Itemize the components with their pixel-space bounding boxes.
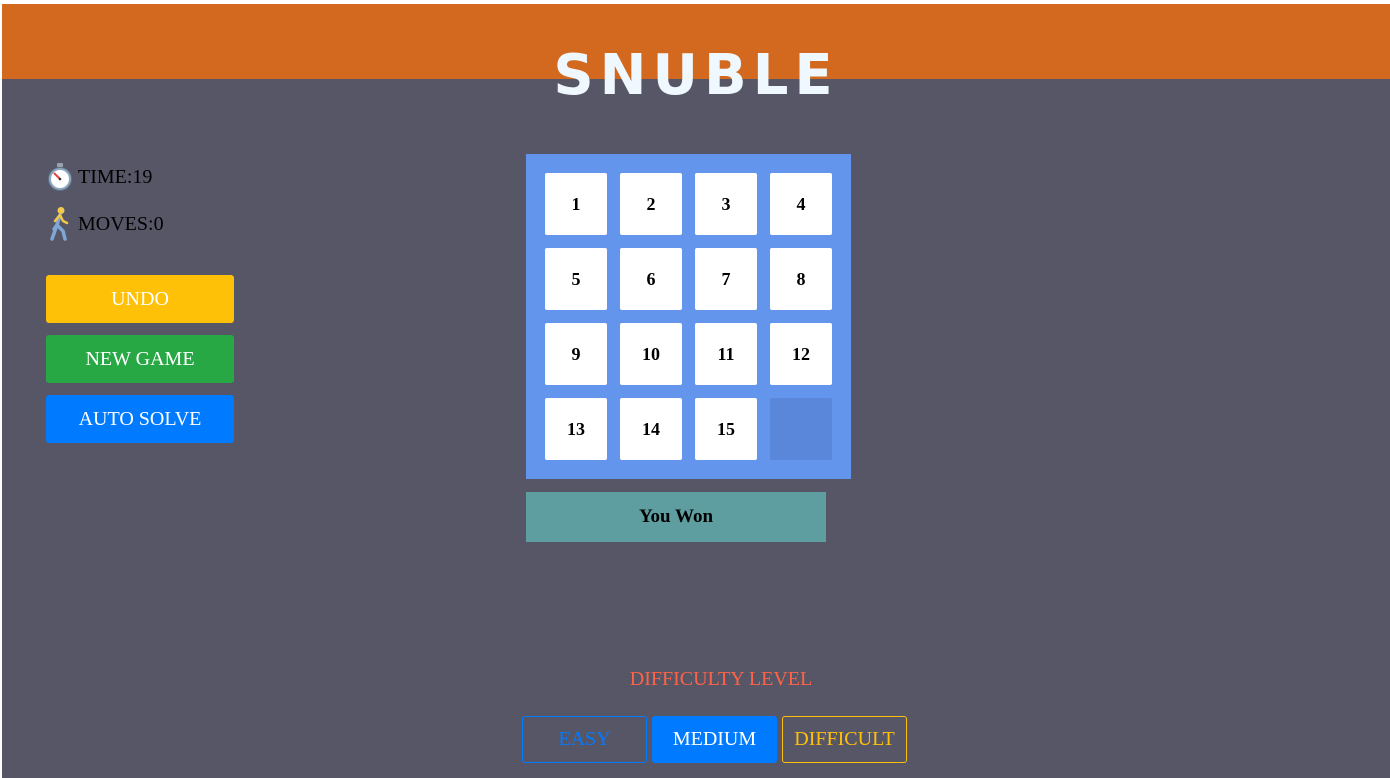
- tile[interactable]: 10: [620, 323, 682, 385]
- difficulty-easy-button[interactable]: EASY: [522, 716, 647, 763]
- new-game-button[interactable]: NEW GAME: [46, 335, 234, 383]
- tile[interactable]: 11: [695, 323, 757, 385]
- stopwatch-icon: [46, 162, 74, 192]
- difficulty-difficult-button[interactable]: DIFFICULT: [782, 716, 907, 763]
- time-label: TIME:19: [78, 165, 153, 188]
- status-banner: You Won: [526, 492, 826, 542]
- puzzle-board: 1 2 3 4 5 6 7 8 9 10 11 12 13 14 15: [526, 154, 851, 479]
- difficulty-medium-button[interactable]: MEDIUM: [652, 716, 777, 763]
- tile[interactable]: 2: [620, 173, 682, 235]
- empty-tile: [770, 398, 832, 460]
- tile[interactable]: 15: [695, 398, 757, 460]
- undo-button[interactable]: UNDO: [46, 275, 234, 323]
- tile[interactable]: 9: [545, 323, 607, 385]
- tile[interactable]: 5: [545, 248, 607, 310]
- tile[interactable]: 4: [770, 173, 832, 235]
- auto-solve-button[interactable]: AUTO SOLVE: [46, 395, 234, 443]
- tile[interactable]: 7: [695, 248, 757, 310]
- tile[interactable]: 14: [620, 398, 682, 460]
- moves-label: MOVES:0: [78, 212, 164, 235]
- tile[interactable]: 6: [620, 248, 682, 310]
- walking-person-icon: [46, 206, 74, 242]
- time-stat: TIME:19: [46, 162, 152, 192]
- tile[interactable]: 3: [695, 173, 757, 235]
- difficulty-label: DIFFICULTY LEVEL: [629, 668, 813, 690]
- game-title: SNUBLE: [553, 43, 839, 108]
- tile[interactable]: 1: [545, 173, 607, 235]
- tile[interactable]: 8: [770, 248, 832, 310]
- tile[interactable]: 13: [545, 398, 607, 460]
- tile[interactable]: 12: [770, 323, 832, 385]
- game-container: SNUBLE TIME:19 MOVES:0 UNDO NEW GAME AUT…: [2, 4, 1390, 778]
- moves-stat: MOVES:0: [46, 206, 164, 242]
